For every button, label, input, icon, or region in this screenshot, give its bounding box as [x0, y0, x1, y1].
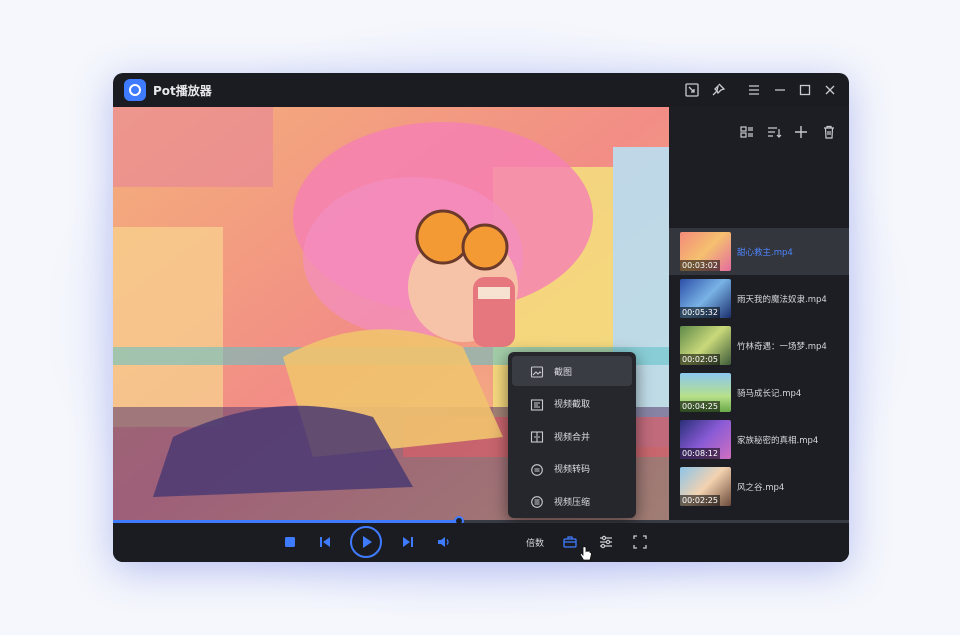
- next-icon[interactable]: [399, 533, 417, 551]
- video-thumbnail: 00:02:25: [680, 467, 731, 506]
- video-thumbnail: 00:05:32: [680, 279, 731, 318]
- tools-menu: 截图 视频截取 视频合并 视频转码 视频压缩: [508, 352, 636, 518]
- clip-icon: [530, 397, 544, 411]
- stop-icon[interactable]: [281, 533, 299, 551]
- image-icon: [530, 364, 544, 378]
- add-icon[interactable]: [792, 123, 810, 141]
- video-name: 骑马成长记.mp4: [737, 389, 802, 399]
- speed-button[interactable]: 倍数: [526, 536, 544, 549]
- menu-item-merge[interactable]: 视频合并: [512, 421, 632, 451]
- menu-icon[interactable]: [745, 81, 763, 99]
- duration-label: 00:02:25: [680, 495, 720, 506]
- playlist-item[interactable]: 00:08:12 家族秘密的真相.mp4: [669, 416, 849, 463]
- duration-label: 00:04:25: [680, 401, 720, 412]
- video-name: 家族秘密的真相.mp4: [737, 436, 819, 446]
- mini-mode-icon[interactable]: [683, 81, 701, 99]
- menu-item-screenshot[interactable]: 截图: [512, 356, 632, 386]
- settings-sliders-icon[interactable]: [597, 533, 615, 551]
- video-name: 甜心救主.mp4: [737, 248, 793, 258]
- minimize-icon[interactable]: [771, 81, 789, 99]
- playlist-item[interactable]: 00:02:25 风之谷.mp4: [669, 463, 849, 510]
- maximize-icon[interactable]: [796, 81, 814, 99]
- app-title: Pot播放器: [153, 84, 212, 98]
- menu-item-clip[interactable]: 视频截取: [512, 389, 632, 419]
- duration-label: 00:05:32: [680, 307, 720, 318]
- pointer-cursor-icon: [579, 546, 592, 561]
- video-thumbnail: 00:02:05: [680, 326, 731, 365]
- menu-item-compress[interactable]: 视频压缩: [512, 486, 632, 516]
- pin-icon[interactable]: [709, 81, 727, 99]
- toolbox-icon[interactable]: [561, 533, 579, 551]
- compress-icon: [530, 494, 544, 508]
- merge-icon: [530, 429, 544, 443]
- convert-icon: [530, 462, 544, 476]
- video-name: 风之谷.mp4: [737, 483, 785, 493]
- volume-icon[interactable]: [435, 533, 453, 551]
- control-bar: 倍数: [113, 523, 849, 562]
- video-thumbnail: 00:04:25: [680, 373, 731, 412]
- playlist-item[interactable]: 00:05:32 雨天我的魔法奴隶.mp4: [669, 275, 849, 322]
- video-thumbnail: 00:03:02: [680, 232, 731, 271]
- sort-icon[interactable]: [765, 123, 783, 141]
- play-button[interactable]: [350, 526, 382, 558]
- close-icon[interactable]: [821, 81, 839, 99]
- trash-icon[interactable]: [820, 123, 838, 141]
- duration-label: 00:02:05: [680, 354, 720, 365]
- player-window: Pot播放器 00:03:02 甜心救主.mp4 00:05:32 雨天我的魔法…: [113, 73, 849, 562]
- duration-label: 00:03:02: [680, 260, 720, 271]
- previous-icon[interactable]: [316, 533, 334, 551]
- playlist-item[interactable]: 00:03:02 甜心救主.mp4: [669, 228, 849, 275]
- video-thumbnail: 00:08:12: [680, 420, 731, 459]
- video-name: 雨天我的魔法奴隶.mp4: [737, 295, 827, 305]
- playlist-panel: 00:03:02 甜心救主.mp4 00:05:32 雨天我的魔法奴隶.mp4 …: [669, 107, 849, 520]
- playlist-item[interactable]: 00:02:05 竹林奇遇：一场梦.mp4: [669, 322, 849, 369]
- playlist-item[interactable]: 00:04:25 骑马成长记.mp4: [669, 369, 849, 416]
- title-bar: Pot播放器: [113, 73, 849, 107]
- app-logo-icon: [124, 79, 146, 101]
- fullscreen-icon[interactable]: [631, 533, 649, 551]
- video-name: 竹林奇遇：一场梦.mp4: [737, 342, 827, 352]
- duration-label: 00:08:12: [680, 448, 720, 459]
- list-view-icon[interactable]: [738, 123, 756, 141]
- play-icon: [363, 536, 372, 548]
- menu-item-convert[interactable]: 视频转码: [512, 454, 632, 484]
